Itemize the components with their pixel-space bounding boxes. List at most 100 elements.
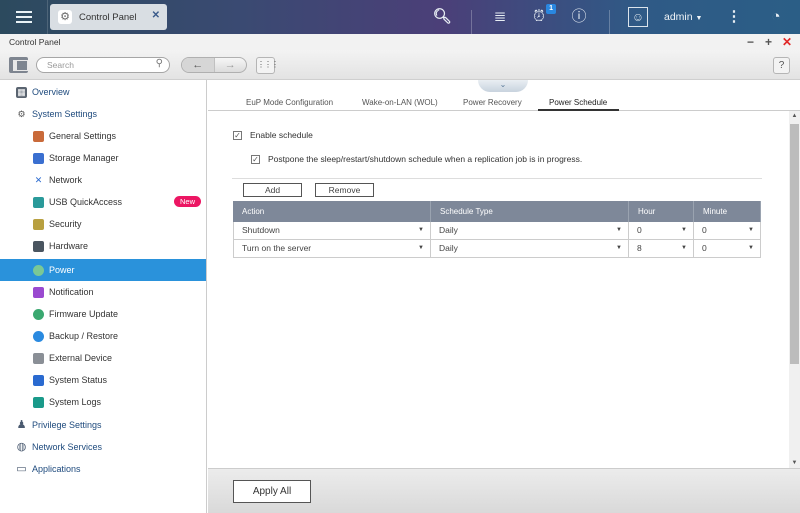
schedule-type-select[interactable]: Daily ▼: [431, 222, 629, 240]
notification-badge: 1: [546, 4, 556, 14]
dropdown-arrow-icon: ▼: [418, 245, 424, 251]
task-stack-icon[interactable]: ≣: [490, 7, 510, 27]
tab-bar: EuP Mode Configuration Wake-on-LAN (WOL)…: [208, 96, 800, 111]
action-select[interactable]: Shutdown ▼: [233, 222, 431, 240]
dropdown-arrow-icon: ▼: [616, 227, 622, 233]
select-value: Daily: [439, 243, 458, 253]
usb-icon: [33, 196, 44, 208]
postpone-schedule-label: Postpone the sleep/restart/shutdown sche…: [268, 154, 583, 164]
sidebar-item-system-logs[interactable]: System Logs: [0, 391, 206, 413]
search-input[interactable]: Search ⚲: [36, 57, 170, 73]
more-icon[interactable]: ⋮: [726, 7, 742, 27]
minute-select[interactable]: 0 ▼: [694, 222, 761, 240]
column-header-schedule-type[interactable]: Schedule Type: [431, 201, 629, 222]
scrollbar-thumb[interactable]: [790, 124, 799, 364]
column-header-minute[interactable]: Minute: [694, 201, 761, 222]
sidebar-item-notification[interactable]: Notification: [0, 281, 206, 303]
monitor-icon: [33, 374, 44, 386]
apply-all-button[interactable]: Apply All: [233, 480, 311, 503]
user-menu[interactable]: admin ▼: [664, 11, 702, 23]
sidebar-item-power[interactable]: Power: [0, 259, 206, 281]
close-window-icon[interactable]: ✕: [782, 35, 792, 49]
apps-grid-button[interactable]: ⋮⋮⋮: [256, 57, 279, 74]
scroll-down-icon[interactable]: ▼: [789, 460, 800, 466]
action-select[interactable]: Turn on the server ▼: [233, 240, 431, 258]
globe-icon: ◍: [16, 440, 27, 453]
sidebar-item-hardware[interactable]: Hardware: [0, 235, 206, 257]
select-value: 0: [637, 225, 642, 235]
help-button[interactable]: ?: [773, 57, 790, 74]
tab-eup-mode[interactable]: EuP Mode Configuration: [246, 98, 333, 107]
info-icon[interactable]: ⓘ: [568, 7, 590, 27]
hour-select[interactable]: 8 ▼: [629, 240, 694, 258]
close-tab-icon[interactable]: ✕: [152, 10, 160, 21]
divider: [232, 178, 762, 179]
search-icon[interactable]: 🔍︎: [432, 7, 452, 27]
sidebar-item-system-status[interactable]: System Status: [0, 369, 206, 391]
user-icon[interactable]: ☺︎: [628, 7, 648, 27]
tab-wake-on-lan[interactable]: Wake-on-LAN (WOL): [362, 98, 438, 107]
sidebar-item-system-settings[interactable]: ⚙ System Settings: [0, 103, 206, 125]
table-row: Turn on the server ▼ Daily ▼ 8 ▼ 0 ▼: [233, 240, 761, 258]
sidebar-item-network-services[interactable]: ◍ Network Services: [0, 436, 206, 458]
tab-power-recovery[interactable]: Power Recovery: [463, 98, 522, 107]
sidebar-item-storage-manager[interactable]: Storage Manager: [0, 147, 206, 169]
sidebar-item-overview[interactable]: ▦ Overview: [0, 81, 206, 103]
sidebar-item-applications[interactable]: ▭ Applications: [0, 458, 206, 480]
scroll-up-icon[interactable]: ▲: [789, 113, 800, 119]
maximize-icon[interactable]: +: [765, 35, 772, 49]
sidebar-toggle-button[interactable]: [9, 57, 28, 73]
sidebar-item-security[interactable]: Security: [0, 213, 206, 235]
column-header-hour[interactable]: Hour: [629, 201, 694, 222]
dropdown-arrow-icon: ▼: [616, 245, 622, 251]
general-settings-icon: [33, 130, 44, 142]
column-header-action[interactable]: Action: [233, 201, 431, 222]
notification-icon[interactable]: ⏰︎ 1: [528, 4, 556, 27]
dashboard-icon[interactable]: ◔: [764, 7, 788, 27]
dropdown-arrow-icon: ▼: [748, 245, 754, 251]
collapse-handle[interactable]: ⌄: [478, 80, 528, 92]
sidebar-item-privilege-settings[interactable]: ♟ Privilege Settings: [0, 414, 206, 436]
sidebar-item-network[interactable]: ✕ Network: [0, 169, 206, 191]
select-value: Daily: [439, 225, 458, 235]
table-row: Shutdown ▼ Daily ▼ 0 ▼ 0 ▼: [233, 222, 761, 240]
new-badge: New: [173, 196, 201, 207]
enable-schedule-checkbox[interactable]: ✓ Enable schedule: [233, 130, 313, 140]
gear-icon: ⚙: [58, 10, 72, 24]
dropdown-arrow-icon: ▼: [681, 245, 687, 251]
backup-icon: [33, 330, 44, 342]
enable-schedule-label: Enable schedule: [250, 130, 313, 140]
remove-button[interactable]: Remove: [315, 183, 374, 197]
toolbar: Search ⚲ ← → ⋮⋮⋮ ?: [0, 50, 800, 80]
forward-button[interactable]: →: [215, 58, 247, 72]
overview-icon: ▦: [16, 86, 27, 98]
sidebar-item-external-device[interactable]: External Device: [0, 347, 206, 369]
sidebar-item-backup-restore[interactable]: Backup / Restore: [0, 325, 206, 347]
divider: [609, 10, 610, 34]
select-value: Turn on the server: [242, 243, 312, 253]
checkbox-checked-icon: ✓: [233, 130, 242, 140]
vertical-scrollbar[interactable]: ▲ ▼: [789, 111, 800, 468]
schedule-type-select[interactable]: Daily ▼: [431, 240, 629, 258]
minimize-icon[interactable]: −: [747, 35, 754, 49]
table-header: Action Schedule Type Hour Minute: [233, 201, 761, 222]
caret-down-icon: ▼: [695, 15, 703, 22]
main-menu-button[interactable]: [0, 0, 48, 34]
tab-power-schedule[interactable]: Power Schedule: [537, 98, 620, 111]
menu-icon: [15, 16, 32, 18]
power-icon: [33, 264, 44, 276]
search-icon: ⚲: [155, 58, 163, 69]
add-button[interactable]: Add: [243, 183, 302, 197]
applications-icon: ▭: [16, 462, 27, 475]
hour-select[interactable]: 0 ▼: [629, 222, 694, 240]
divider: [471, 10, 472, 34]
sidebar-item-usb-quickaccess[interactable]: USB QuickAccess New: [0, 191, 206, 213]
sidebar-item-firmware-update[interactable]: Firmware Update: [0, 303, 206, 325]
select-value: Shutdown: [242, 225, 280, 235]
app-tab-control-panel[interactable]: ⚙ Control Panel ✕: [50, 4, 167, 30]
minute-select[interactable]: 0 ▼: [694, 240, 761, 258]
postpone-schedule-checkbox[interactable]: ✓ Postpone the sleep/restart/shutdown sch…: [251, 154, 582, 164]
sidebar-item-general-settings[interactable]: General Settings: [0, 125, 206, 147]
checkbox-checked-icon: ✓: [251, 154, 260, 164]
back-button[interactable]: ←: [182, 58, 215, 72]
